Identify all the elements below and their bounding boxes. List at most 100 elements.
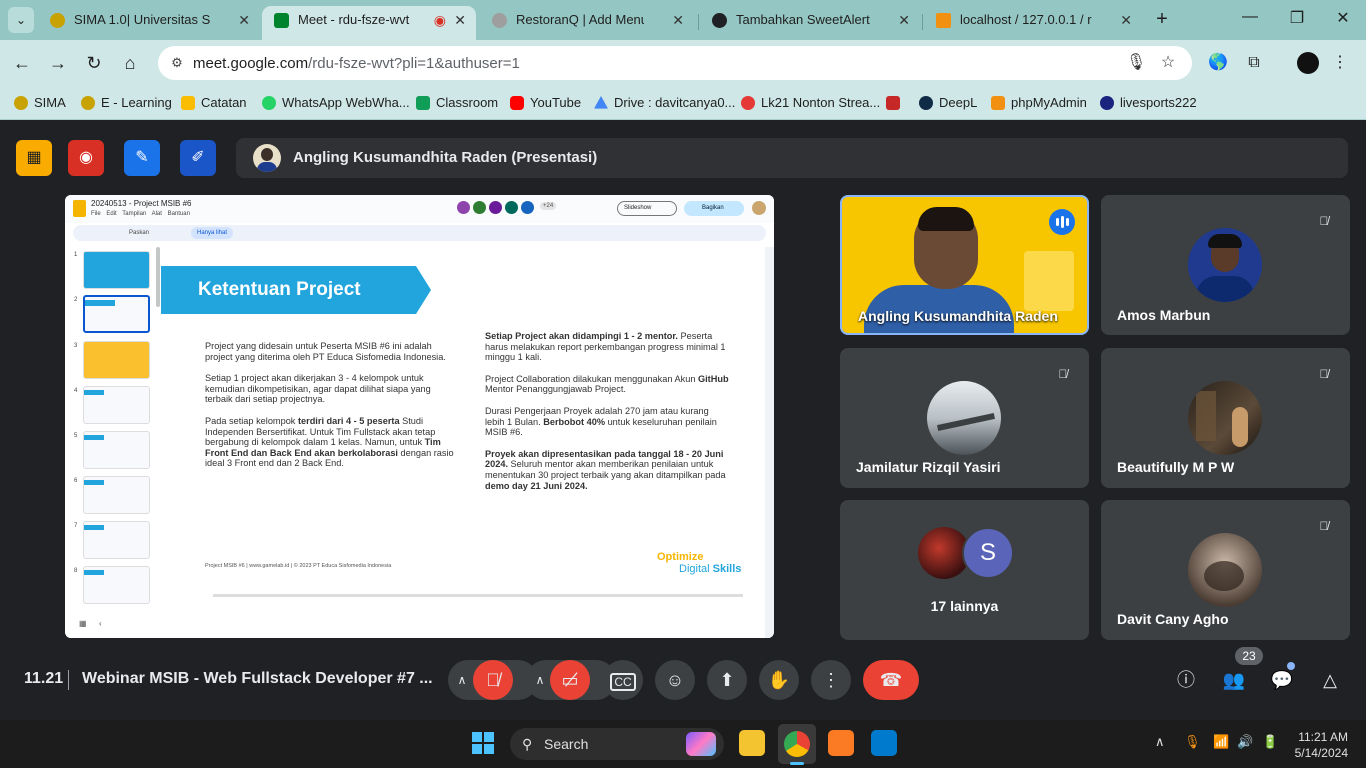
bookmark-red[interactable] [886, 93, 906, 113]
present-button[interactable]: ⬆ [707, 660, 747, 700]
bookmark-lk21[interactable]: Lk21 Nonton Strea... [741, 93, 880, 113]
tab-search-button[interactable]: ⌄ [8, 7, 34, 33]
close-icon[interactable]: ✕ [898, 6, 910, 34]
chrome-icon[interactable] [784, 731, 810, 757]
profile-avatar[interactable] [1297, 52, 1319, 74]
tab-phpmyadmin[interactable]: localhost / 127.0.0.1 / restora ✕ [924, 6, 1142, 40]
reactions-button[interactable]: ☺ [655, 660, 695, 700]
bookmark-drive[interactable]: Drive : davitcanya0... [594, 93, 735, 113]
participant-tile[interactable]: 🎙̸ Davit Cany Agho [1101, 500, 1350, 640]
thumb-number: 3 [74, 343, 78, 349]
minimize-button[interactable]: — [1235, 8, 1265, 26]
bookmark-star-icon[interactable]: ☆ [1158, 53, 1178, 73]
others-tile[interactable]: S 17 lainnya [840, 500, 1089, 640]
url-text[interactable]: meet.google.com/rdu-fsze-wvt?pli=1&authu… [193, 55, 520, 72]
address-bar[interactable]: ⚙ meet.google.com/rdu-fsze-wvt?pli=1&aut… [158, 46, 1192, 80]
browser-tab-strip: ⌄ SIMA 1.0| Universitas Semarang ✕ Meet … [0, 0, 1366, 40]
close-icon[interactable]: ✕ [454, 6, 466, 34]
slide-thumb [83, 341, 150, 379]
record-icon[interactable]: ◉ [68, 140, 104, 176]
active-app-indicator [790, 762, 804, 765]
collaborator-avatar [489, 201, 502, 214]
bookmark-youtube[interactable]: YouTube [510, 93, 581, 113]
system-clock[interactable]: 11:21 AM 5/14/2024 [1292, 729, 1348, 761]
recording-indicator-icon: ◉ [433, 12, 446, 28]
volume-icon[interactable]: 🔊 [1237, 734, 1253, 750]
bookmark-elearning[interactable]: E - Learning [81, 93, 172, 113]
raise-hand-button[interactable]: ✋ [759, 660, 799, 700]
slides-user-avatar [752, 201, 766, 215]
xampp-icon[interactable] [828, 730, 854, 756]
globe-favicon-icon [492, 13, 507, 28]
bookmark-whatsapp[interactable]: WhatsApp WebWha... [262, 93, 410, 113]
camera-off-button[interactable]: ▭̸ [550, 660, 590, 700]
participant-tile-active[interactable]: Angling Kusumandhita Raden [840, 195, 1089, 335]
chat-icon[interactable]: 💬 [1270, 668, 1294, 692]
people-icon[interactable]: 👥 [1222, 668, 1246, 692]
microphone-icon[interactable]: 🎙 [1126, 53, 1146, 73]
site-info-icon[interactable]: ⚙ [168, 54, 186, 72]
bookmark-sima[interactable]: SIMA [14, 93, 66, 113]
whatsapp-icon [262, 96, 276, 110]
show-hidden-icons-chevron[interactable]: ∧ [1155, 734, 1165, 750]
video-options-chevron-up-icon[interactable]: ∧ [530, 670, 550, 690]
participant-tile[interactable]: 🎙̸ Jamilatur Rizqil Yasiri [840, 348, 1089, 488]
youtube-icon [510, 96, 524, 110]
more-menu-icon[interactable]: ⋮ [1329, 52, 1351, 74]
tab-meet[interactable]: Meet - rdu-fsze-wvt ◉ ✕ [262, 6, 476, 40]
back-button[interactable]: ← [9, 50, 35, 76]
notes-icon[interactable]: ✎ [124, 140, 160, 176]
keep-notes-icon [181, 96, 195, 110]
participant-tile[interactable]: 🎙̸ Beautifully M P W [1101, 348, 1350, 488]
tab-sweetalert[interactable]: Tambahkan SweetAlert pada ✕ [700, 6, 920, 40]
meeting-info-icon[interactable]: ⓘ [1174, 668, 1198, 692]
mic-off-icon: 🎙̸ [1319, 214, 1329, 228]
slide-horizontal-scrollbar [213, 594, 743, 597]
close-icon[interactable]: ✕ [672, 6, 684, 34]
vscode-icon[interactable] [871, 730, 897, 756]
participant-tile[interactable]: 🎙̸ Amos Marbun [1101, 195, 1350, 335]
whiteboard-icon[interactable]: ✐ [180, 140, 216, 176]
classroom-icon [416, 96, 430, 110]
captions-icon: CC [610, 673, 636, 691]
new-tab-button[interactable]: + [1150, 7, 1174, 31]
close-icon[interactable]: ✕ [1120, 6, 1132, 34]
close-icon[interactable]: ✕ [238, 6, 250, 34]
speaking-indicator-icon [1049, 209, 1075, 235]
forward-button[interactable]: → [45, 50, 71, 76]
restore-button[interactable]: ❐ [1282, 8, 1312, 28]
microphone-in-use-icon[interactable]: 🎙 [1184, 734, 1201, 750]
bookmark-catatan[interactable]: Catatan [181, 93, 247, 113]
present-screen-icon: ⬆ [719, 670, 735, 690]
wifi-icon[interactable]: 📶 [1213, 734, 1229, 750]
activities-icon[interactable]: △ [1318, 668, 1342, 692]
home-button[interactable]: ⌂ [117, 50, 143, 76]
reload-button[interactable]: ↻ [81, 50, 107, 76]
lk21-icon [741, 96, 755, 110]
tab-restoranq[interactable]: RestoranQ | Add Menu ✕ [480, 6, 694, 40]
audio-options-chevron-up-icon[interactable]: ∧ [452, 670, 472, 690]
bookmark-deepl[interactable]: DeepL [919, 93, 977, 113]
bookmark-phpmyadmin[interactable]: phpMyAdmin [991, 93, 1087, 113]
file-explorer-icon[interactable] [739, 730, 765, 756]
browser-toolbar: ← → ↻ ⌂ ⚙ meet.google.com/rdu-fsze-wvt?p… [0, 40, 1366, 86]
bookmark-livesports[interactable]: livesports222 [1100, 93, 1197, 113]
leave-call-button[interactable]: ☎ [863, 660, 919, 700]
battery-icon[interactable]: 🔋 [1262, 734, 1278, 750]
taskbar-search[interactable]: ⚲ Search [510, 728, 724, 760]
captions-button[interactable]: CC [603, 660, 643, 700]
slide-thumbnails: 1 2 3 4 5 6 7 8 [65, 247, 161, 638]
more-options-button[interactable]: ⋮ [811, 660, 851, 700]
zoom-label: Paskan [129, 230, 150, 236]
extensions-puzzle-icon[interactable]: ⧉ [1243, 52, 1265, 74]
bookmark-classroom[interactable]: Classroom [416, 93, 498, 113]
close-window-button[interactable]: ✕ [1328, 8, 1358, 28]
webcam-background-panel [1024, 251, 1074, 311]
no-video-icon[interactable]: ▦ [16, 140, 52, 176]
mic-off-button[interactable]: 🎙̸ [473, 660, 513, 700]
tab-sima[interactable]: SIMA 1.0| Universitas Semarang ✕ [38, 6, 260, 40]
meeting-title: Webinar MSIB - Web Fullstack Developer #… [82, 670, 433, 687]
more-vert-icon: ⋮ [822, 670, 840, 690]
windows-start-icon[interactable] [472, 732, 494, 754]
extension-globe-icon[interactable]: 🌎 [1207, 52, 1229, 74]
